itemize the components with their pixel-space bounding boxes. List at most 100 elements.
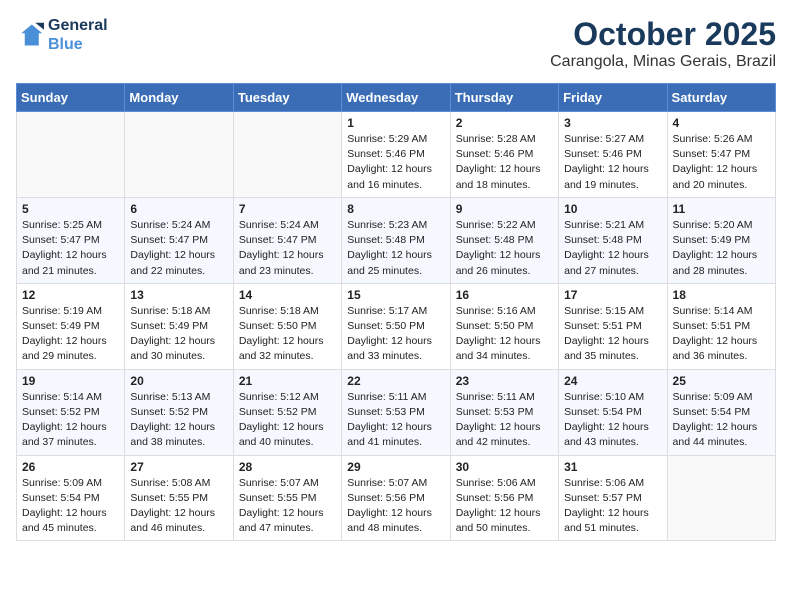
day-number: 6 — [130, 202, 227, 216]
calendar-cell: 21 Sunrise: 5:12 AMSunset: 5:52 PMDayligh… — [233, 369, 341, 455]
calendar-cell: 22Sunrise: 5:11 AMSunset: 5:53 PMDayligh… — [342, 369, 450, 455]
calendar-week-row: 19Sunrise: 5:14 AMSunset: 5:52 PMDayligh… — [17, 369, 776, 455]
day-number: 23 — [456, 374, 553, 388]
calendar-cell: 19Sunrise: 5:14 AMSunset: 5:52 PMDayligh… — [17, 369, 125, 455]
day-number: 4 — [673, 116, 770, 130]
day-info: Sunrise: 5:20 AMSunset: 5:49 PMDaylight:… — [673, 218, 770, 279]
day-info: Sunrise: 5:27 AMSunset: 5:46 PMDaylight:… — [564, 132, 661, 193]
calendar-cell: 13 Sunrise: 5:18 AMSunset: 5:49 PMDayligh… — [125, 283, 233, 369]
day-info: Sunrise: 5:07 AMSunset: 5:55 PMDaylight:… — [239, 476, 336, 537]
calendar-cell: 7Sunrise: 5:24 AMSunset: 5:47 PMDaylight… — [233, 197, 341, 283]
calendar-cell: 26Sunrise: 5:09 AMSunset: 5:54 PMDayligh… — [17, 455, 125, 541]
day-number: 21 — [239, 374, 336, 388]
weekday-header: Wednesday — [342, 84, 450, 112]
logo: General Blue — [16, 16, 108, 54]
day-info: Sunrise: 5:10 AMSunset: 5:54 PMDaylight:… — [564, 390, 661, 451]
day-number: 2 — [456, 116, 553, 130]
logo-icon — [16, 21, 44, 49]
calendar-cell: 8 Sunrise: 5:23 AMSunset: 5:48 PMDaylight… — [342, 197, 450, 283]
calendar-cell: 4 Sunrise: 5:26 AMSunset: 5:47 PMDaylight… — [667, 112, 775, 198]
day-number: 31 — [564, 460, 661, 474]
day-number: 27 — [130, 460, 227, 474]
day-info: Sunrise: 5:14 AMSunset: 5:51 PMDaylight:… — [673, 304, 770, 365]
day-info: Sunrise: 5:26 AMSunset: 5:47 PMDaylight:… — [673, 132, 770, 193]
title-area: October 2025 Carangola, Minas Gerais, Br… — [550, 16, 776, 71]
day-info: Sunrise: 5:12 AMSunset: 5:52 PMDaylight:… — [239, 390, 336, 451]
calendar-cell: 11 Sunrise: 5:20 AMSunset: 5:49 PMDayligh… — [667, 197, 775, 283]
calendar-cell: 29Sunrise: 5:07 AMSunset: 5:56 PMDayligh… — [342, 455, 450, 541]
day-info: Sunrise: 5:18 AMSunset: 5:49 PMDaylight:… — [130, 304, 227, 365]
day-info: Sunrise: 5:24 AMSunset: 5:47 PMDaylight:… — [130, 218, 227, 279]
calendar-cell: 25 Sunrise: 5:09 AMSunset: 5:54 PMDayligh… — [667, 369, 775, 455]
weekday-header: Thursday — [450, 84, 558, 112]
day-number: 26 — [22, 460, 119, 474]
day-number: 10 — [564, 202, 661, 216]
weekday-header: Monday — [125, 84, 233, 112]
calendar-cell: 1Sunrise: 5:29 AMSunset: 5:46 PMDaylight… — [342, 112, 450, 198]
calendar-week-row: 1Sunrise: 5:29 AMSunset: 5:46 PMDaylight… — [17, 112, 776, 198]
month-title: October 2025 — [550, 16, 776, 53]
day-number: 13 — [130, 288, 227, 302]
logo-line1: General — [48, 16, 108, 35]
calendar-week-row: 26Sunrise: 5:09 AMSunset: 5:54 PMDayligh… — [17, 455, 776, 541]
calendar-cell: 18 Sunrise: 5:14 AMSunset: 5:51 PMDayligh… — [667, 283, 775, 369]
day-info: Sunrise: 5:18 AMSunset: 5:50 PMDaylight:… — [239, 304, 336, 365]
calendar-cell: 10Sunrise: 5:21 AMSunset: 5:48 PMDayligh… — [559, 197, 667, 283]
weekday-header: Saturday — [667, 84, 775, 112]
day-info: Sunrise: 5:17 AMSunset: 5:50 PMDaylight:… — [347, 304, 444, 365]
day-info: Sunrise: 5:13 AMSunset: 5:52 PMDaylight:… — [130, 390, 227, 451]
day-number: 11 — [673, 202, 770, 216]
day-number: 29 — [347, 460, 444, 474]
calendar-cell: 6 Sunrise: 5:24 AMSunset: 5:47 PMDaylight… — [125, 197, 233, 283]
day-info: Sunrise: 5:15 AMSunset: 5:51 PMDaylight:… — [564, 304, 661, 365]
calendar-cell: 20 Sunrise: 5:13 AMSunset: 5:52 PMDayligh… — [125, 369, 233, 455]
day-number: 17 — [564, 288, 661, 302]
calendar-cell: 23 Sunrise: 5:11 AMSunset: 5:53 PMDayligh… — [450, 369, 558, 455]
day-info: Sunrise: 5:09 AMSunset: 5:54 PMDaylight:… — [673, 390, 770, 451]
day-number: 1 — [347, 116, 444, 130]
day-number: 15 — [347, 288, 444, 302]
day-number: 14 — [239, 288, 336, 302]
calendar-cell: 12Sunrise: 5:19 AMSunset: 5:49 PMDayligh… — [17, 283, 125, 369]
day-number: 28 — [239, 460, 336, 474]
calendar-cell: 5 Sunrise: 5:25 AMSunset: 5:47 PMDaylight… — [17, 197, 125, 283]
calendar-cell: 30 Sunrise: 5:06 AMSunset: 5:56 PMDayligh… — [450, 455, 558, 541]
weekday-header: Friday — [559, 84, 667, 112]
day-number: 3 — [564, 116, 661, 130]
day-info: Sunrise: 5:25 AMSunset: 5:47 PMDaylight:… — [22, 218, 119, 279]
calendar-cell: 27Sunrise: 5:08 AMSunset: 5:55 PMDayligh… — [125, 455, 233, 541]
calendar-cell: 17 Sunrise: 5:15 AMSunset: 5:51 PMDayligh… — [559, 283, 667, 369]
calendar-cell: 9 Sunrise: 5:22 AMSunset: 5:48 PMDaylight… — [450, 197, 558, 283]
day-number: 24 — [564, 374, 661, 388]
calendar-cell: 28 Sunrise: 5:07 AMSunset: 5:55 PMDayligh… — [233, 455, 341, 541]
calendar-week-row: 5 Sunrise: 5:25 AMSunset: 5:47 PMDaylight… — [17, 197, 776, 283]
day-number: 9 — [456, 202, 553, 216]
logo-line2: Blue — [48, 35, 108, 54]
calendar-cell — [667, 455, 775, 541]
day-number: 25 — [673, 374, 770, 388]
day-info: Sunrise: 5:23 AMSunset: 5:48 PMDaylight:… — [347, 218, 444, 279]
location-title: Carangola, Minas Gerais, Brazil — [550, 53, 776, 71]
day-number: 19 — [22, 374, 119, 388]
calendar-cell: 16 Sunrise: 5:16 AMSunset: 5:50 PMDayligh… — [450, 283, 558, 369]
calendar-cell: 15 Sunrise: 5:17 AMSunset: 5:50 PMDayligh… — [342, 283, 450, 369]
weekday-header-row: SundayMondayTuesdayWednesdayThursdayFrid… — [17, 84, 776, 112]
weekday-header: Tuesday — [233, 84, 341, 112]
day-info: Sunrise: 5:19 AMSunset: 5:49 PMDaylight:… — [22, 304, 119, 365]
day-number: 30 — [456, 460, 553, 474]
day-info: Sunrise: 5:28 AMSunset: 5:46 PMDaylight:… — [456, 132, 553, 193]
day-info: Sunrise: 5:22 AMSunset: 5:48 PMDaylight:… — [456, 218, 553, 279]
day-number: 18 — [673, 288, 770, 302]
day-info: Sunrise: 5:11 AMSunset: 5:53 PMDaylight:… — [456, 390, 553, 451]
calendar-cell: 14 Sunrise: 5:18 AMSunset: 5:50 PMDayligh… — [233, 283, 341, 369]
day-number: 5 — [22, 202, 119, 216]
calendar-cell: 31Sunrise: 5:06 AMSunset: 5:57 PMDayligh… — [559, 455, 667, 541]
day-number: 16 — [456, 288, 553, 302]
calendar-table: SundayMondayTuesdayWednesdayThursdayFrid… — [16, 83, 776, 541]
day-number: 20 — [130, 374, 227, 388]
day-info: Sunrise: 5:24 AMSunset: 5:47 PMDaylight:… — [239, 218, 336, 279]
day-info: Sunrise: 5:06 AMSunset: 5:56 PMDaylight:… — [456, 476, 553, 537]
day-number: 8 — [347, 202, 444, 216]
calendar-cell: 24 Sunrise: 5:10 AMSunset: 5:54 PMDayligh… — [559, 369, 667, 455]
day-info: Sunrise: 5:16 AMSunset: 5:50 PMDaylight:… — [456, 304, 553, 365]
